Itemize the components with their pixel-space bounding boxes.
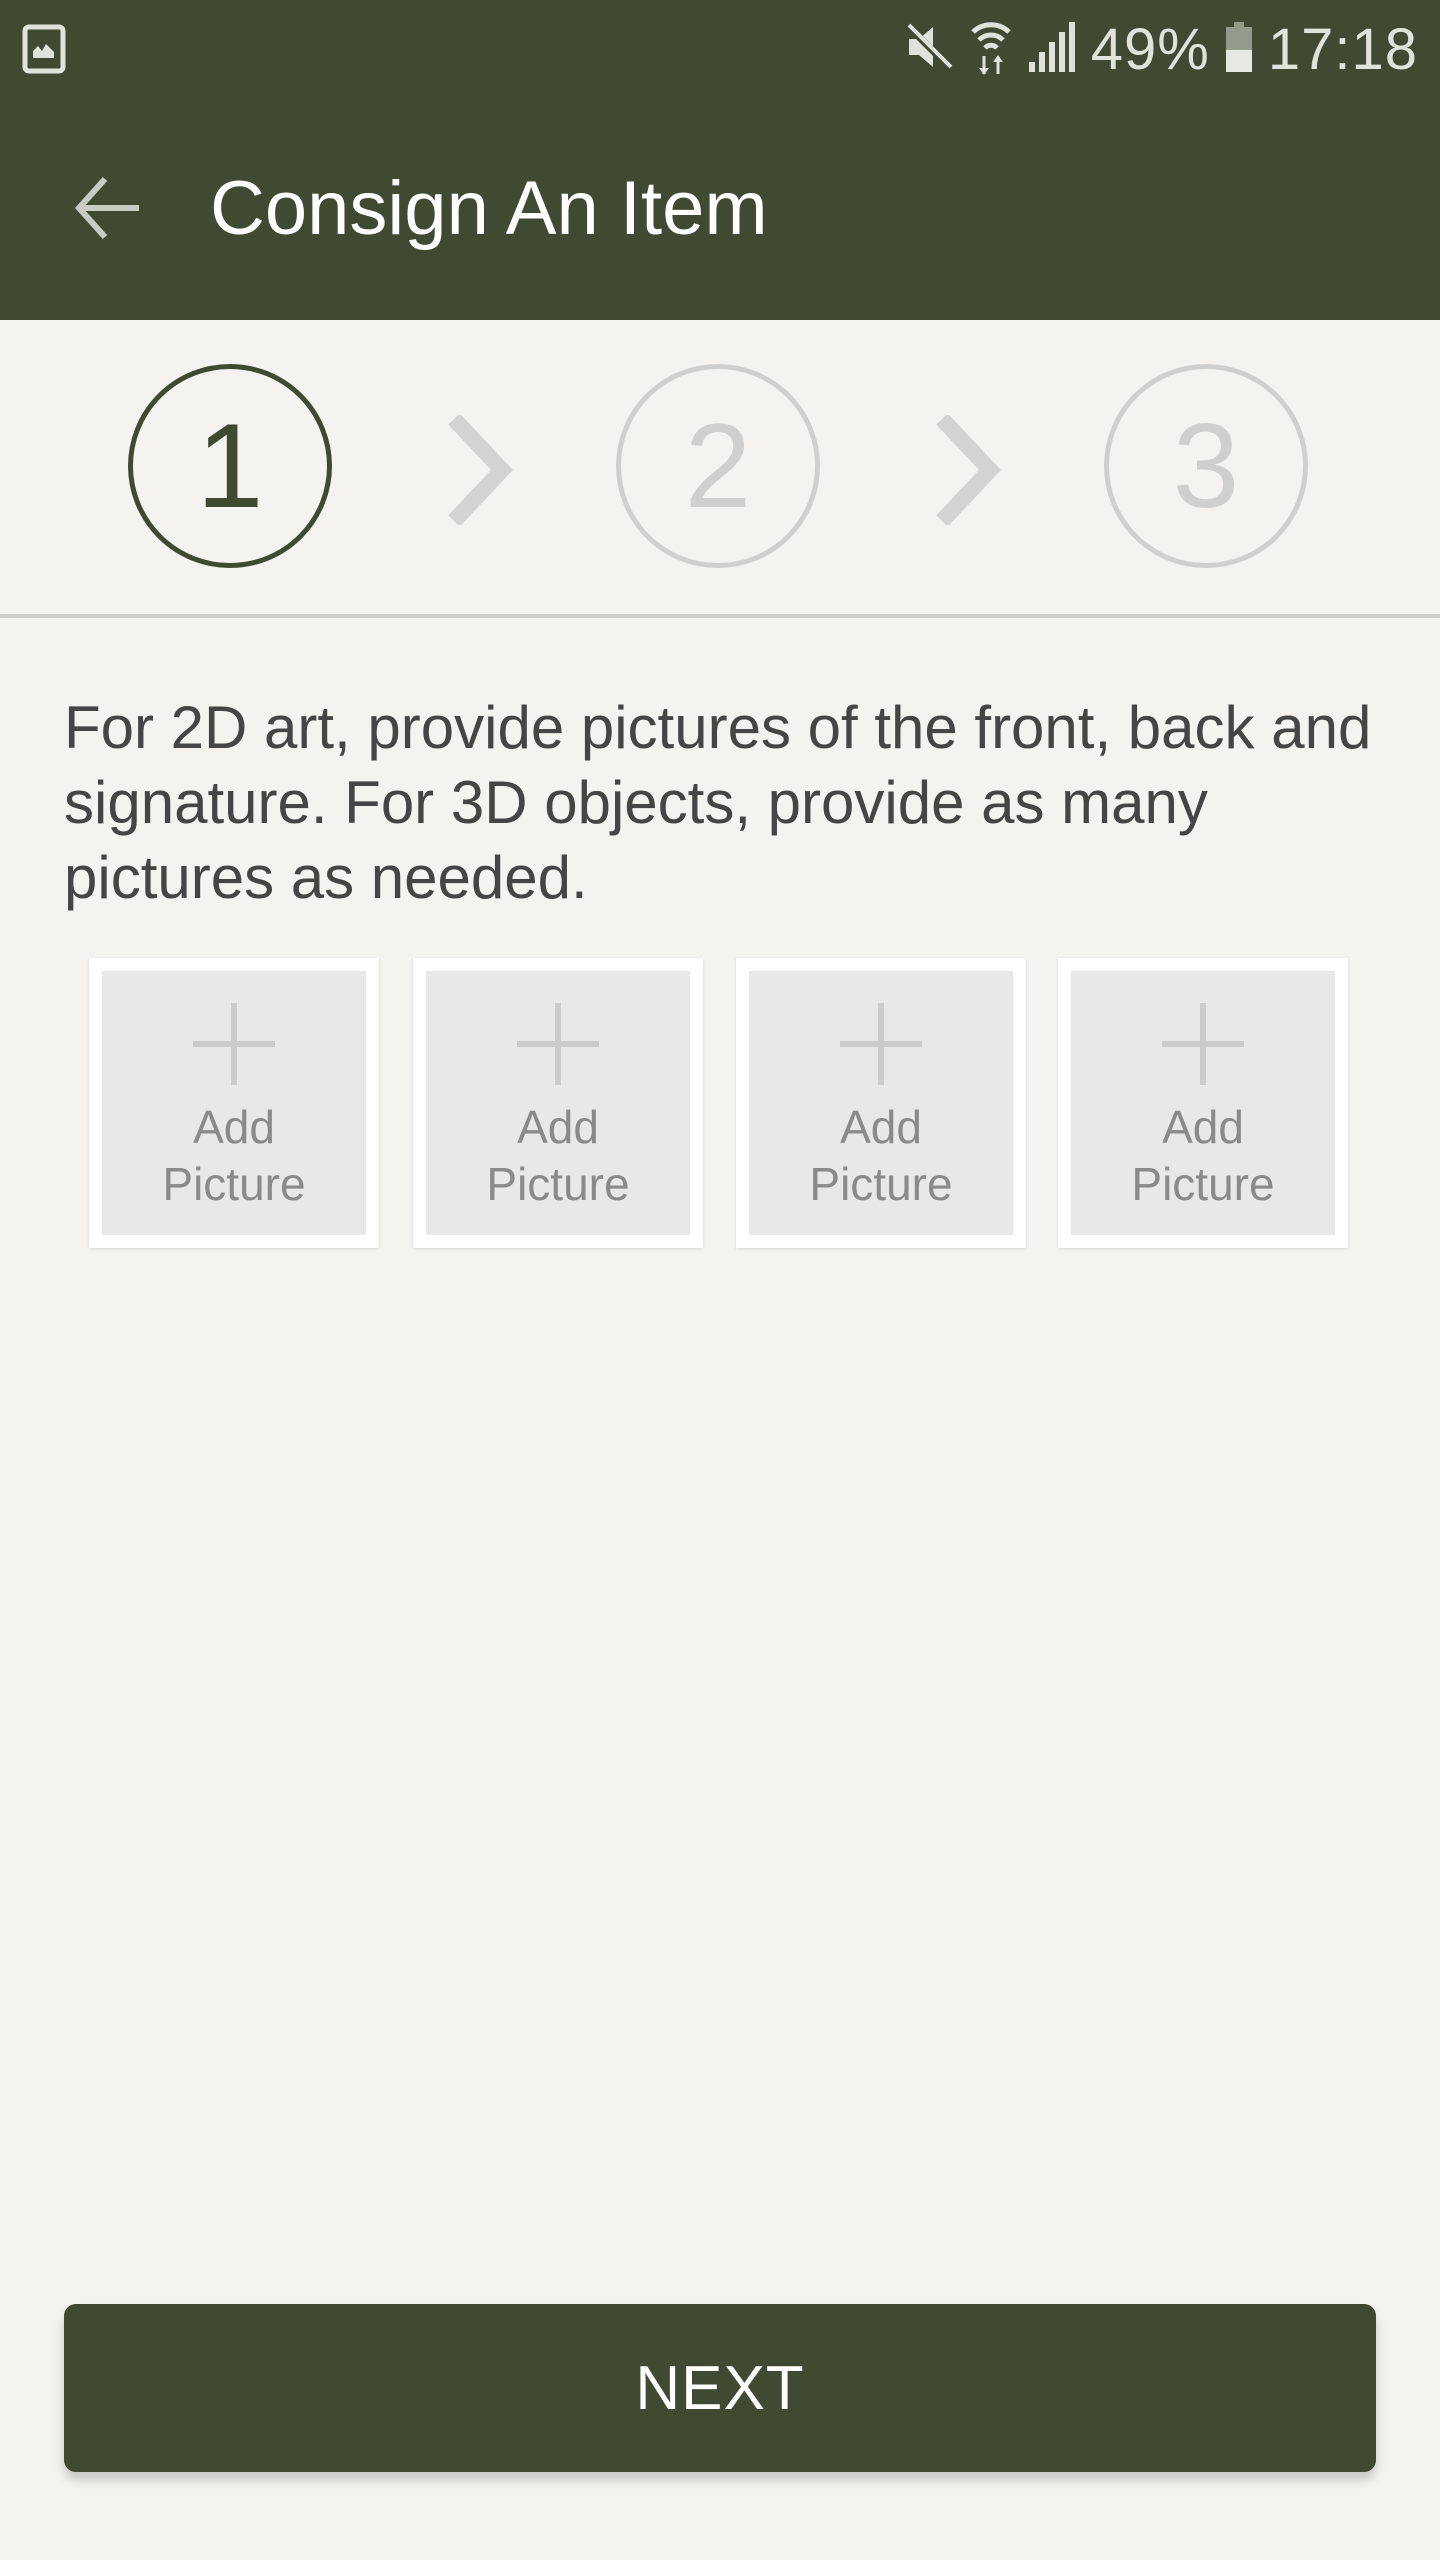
label-line-2: Picture bbox=[809, 1158, 953, 1210]
step-2-indicator: 2 bbox=[616, 364, 820, 568]
add-picture-button-2[interactable]: Add Picture bbox=[413, 958, 703, 1248]
add-picture-label: Add Picture bbox=[486, 1099, 629, 1213]
add-picture-button-3[interactable]: Add Picture bbox=[736, 958, 1026, 1248]
step-3-indicator: 3 bbox=[1104, 364, 1308, 568]
label-line-1: Add bbox=[840, 1101, 922, 1153]
plus-icon bbox=[840, 1003, 922, 1085]
chevron-right-icon bbox=[440, 413, 520, 527]
label-line-1: Add bbox=[193, 1101, 275, 1153]
add-picture-label: Add Picture bbox=[809, 1099, 952, 1213]
label-line-2: Picture bbox=[1131, 1158, 1275, 1210]
stepper: 1 2 3 bbox=[0, 320, 1440, 616]
add-picture-label: Add Picture bbox=[162, 1099, 305, 1213]
label-line-2: Picture bbox=[486, 1158, 630, 1210]
label-line-1: Add bbox=[1162, 1101, 1244, 1153]
add-picture-button-4[interactable]: Add Picture bbox=[1058, 958, 1348, 1248]
battery-percent: 49% bbox=[1090, 16, 1210, 82]
plus-icon bbox=[193, 1003, 275, 1085]
gallery-notification-icon bbox=[22, 24, 66, 79]
add-picture-label: Add Picture bbox=[1131, 1099, 1274, 1213]
label-line-1: Add bbox=[517, 1101, 599, 1153]
add-picture-placeholder: Add Picture bbox=[749, 971, 1013, 1235]
signal-icon bbox=[1027, 21, 1077, 77]
add-picture-button-1[interactable]: Add Picture bbox=[89, 958, 379, 1248]
picture-slots: Add Picture Add Picture Add Picture Add bbox=[0, 958, 1440, 1250]
status-bar: 49% 17:18 bbox=[0, 0, 1440, 98]
instructions-text: For 2D art, provide pictures of the fron… bbox=[64, 694, 1372, 911]
battery-icon bbox=[1224, 21, 1254, 77]
next-button[interactable]: NEXT bbox=[64, 2304, 1376, 2472]
add-picture-placeholder: Add Picture bbox=[1071, 971, 1335, 1235]
page-title: Consign An Item bbox=[210, 166, 768, 251]
step-1-indicator: 1 bbox=[128, 364, 332, 568]
clock: 17:18 bbox=[1267, 16, 1418, 82]
add-picture-placeholder: Add Picture bbox=[102, 971, 366, 1235]
label-line-2: Picture bbox=[162, 1158, 306, 1210]
back-button[interactable] bbox=[56, 158, 160, 262]
chevron-right-icon bbox=[928, 413, 1008, 527]
wifi-icon bbox=[969, 18, 1013, 81]
arrow-left-icon bbox=[73, 173, 143, 248]
app-bar: Consign An Item bbox=[0, 98, 1440, 320]
divider bbox=[0, 614, 1440, 618]
add-picture-placeholder: Add Picture bbox=[426, 971, 690, 1235]
plus-icon bbox=[517, 1003, 599, 1085]
mute-icon bbox=[903, 21, 955, 78]
plus-icon bbox=[1162, 1003, 1244, 1085]
